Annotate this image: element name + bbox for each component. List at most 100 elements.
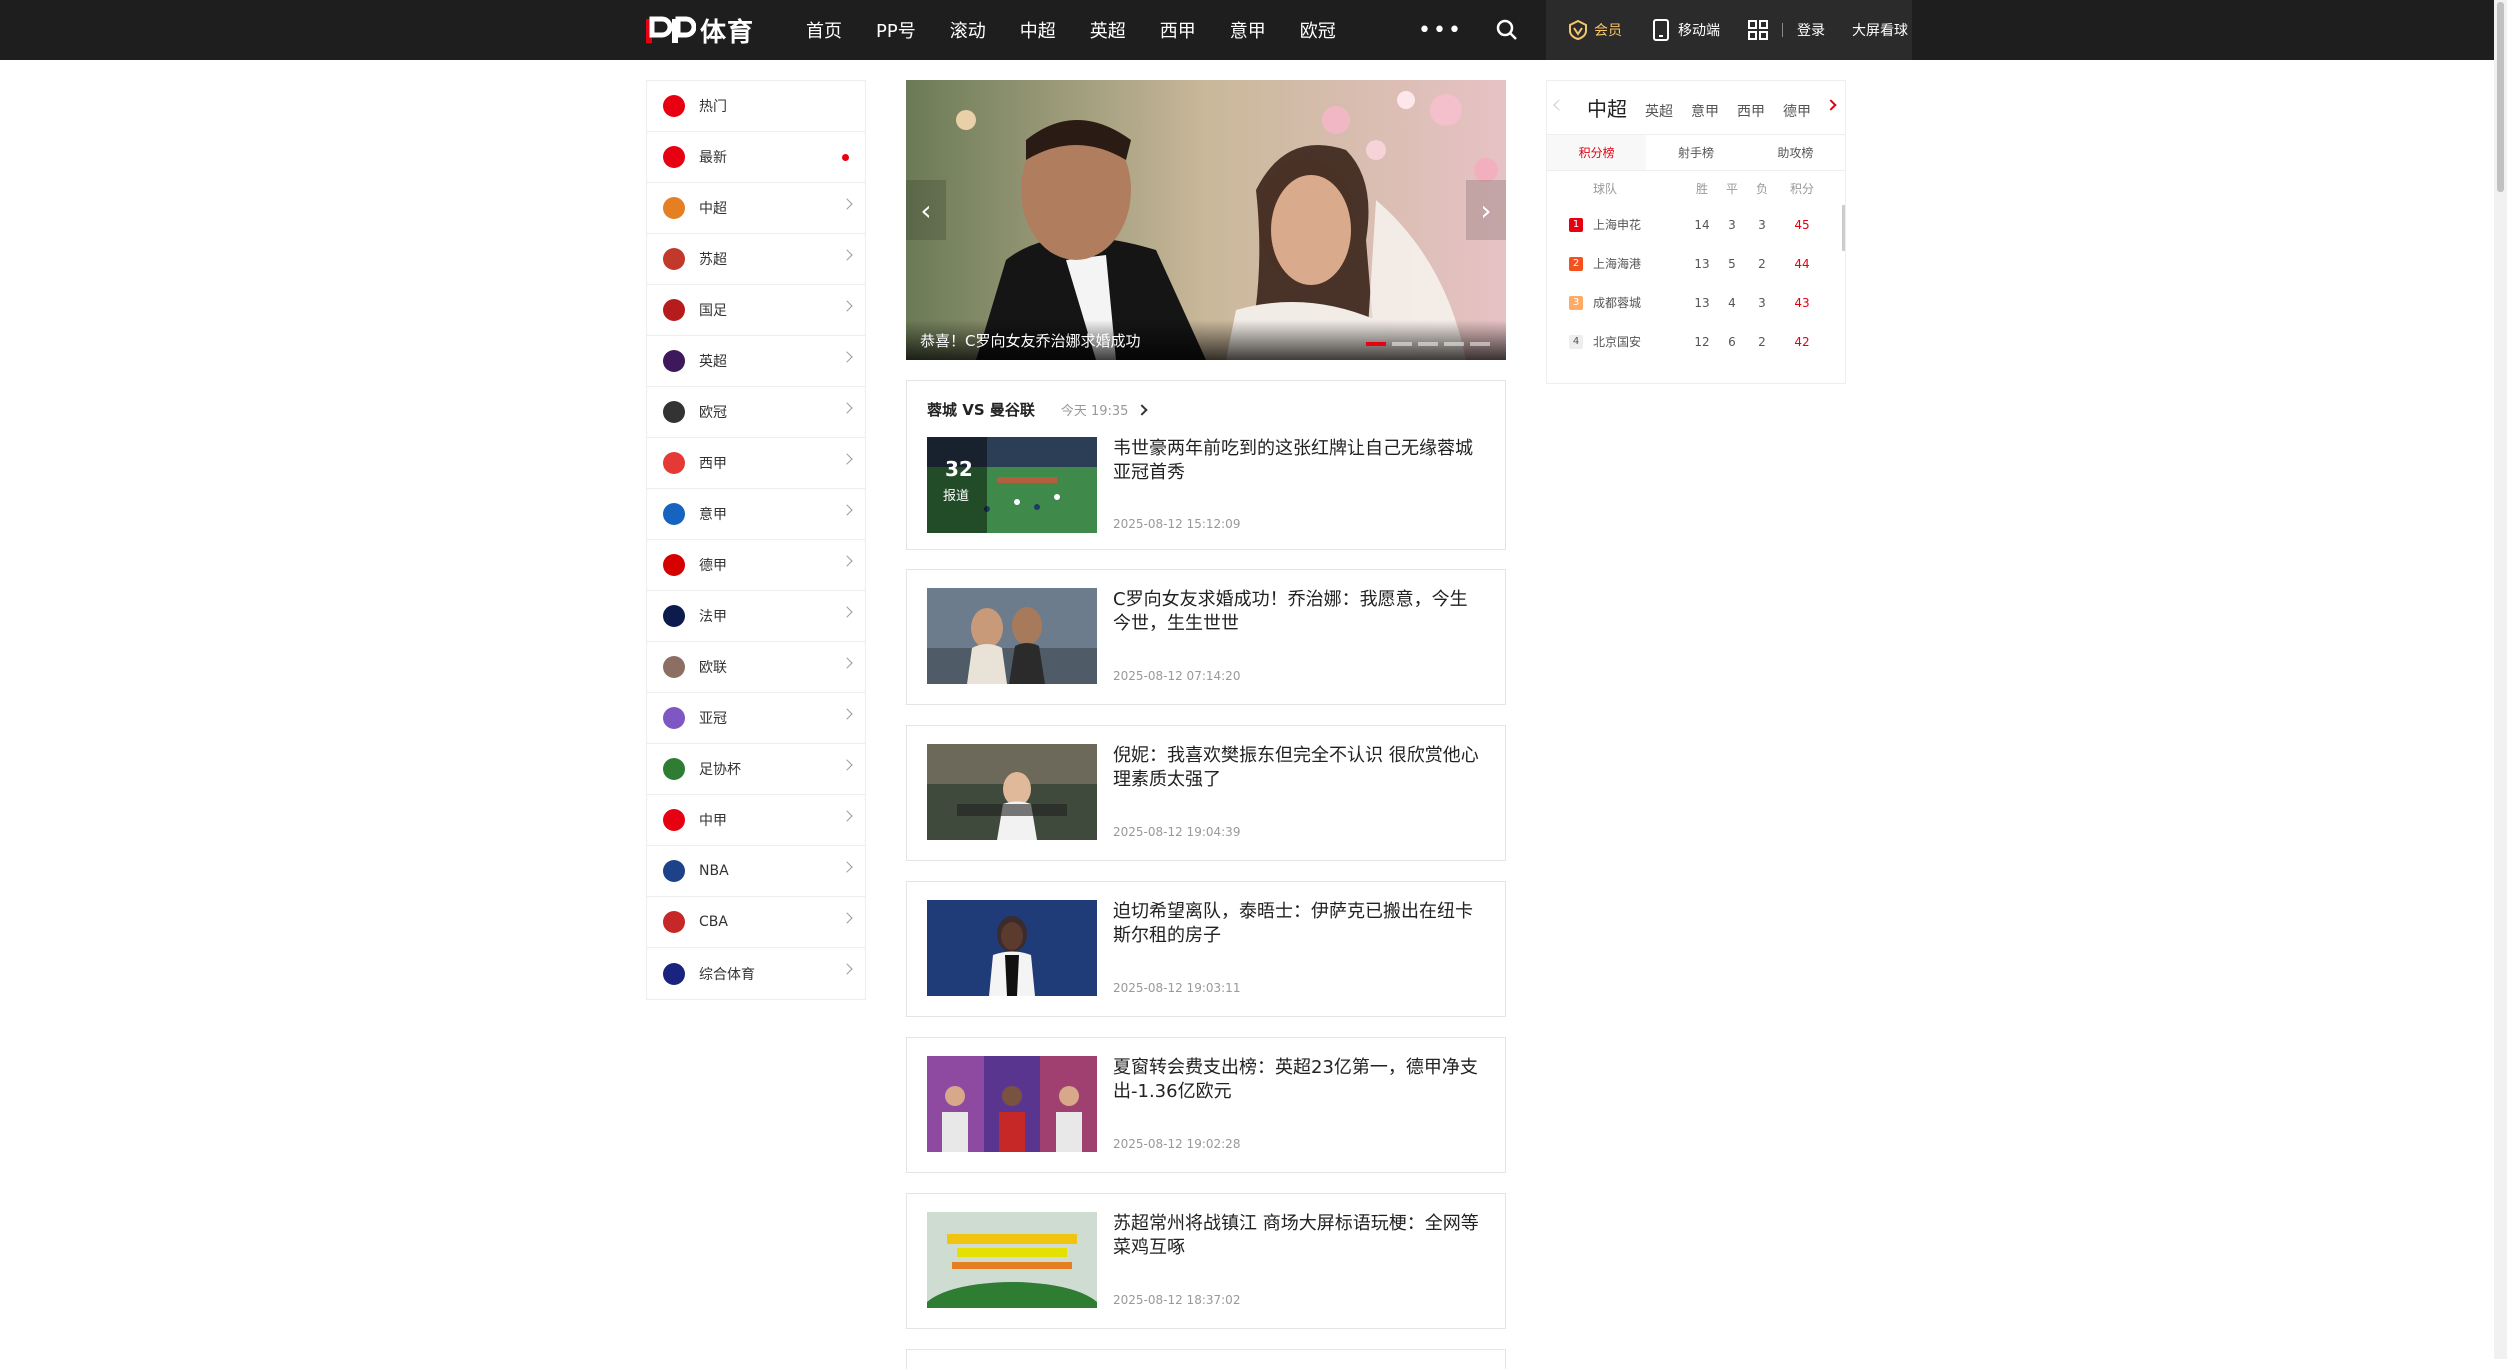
standings-row[interactable]: 2 上海海港 13 5 2 44	[1547, 244, 1845, 283]
apps-grid-icon[interactable]	[1748, 20, 1768, 40]
sidebar-item-label: 西甲	[699, 456, 727, 472]
news-card[interactable]: 夏窗转会费支出榜：英超23亿第一，德甲净支出-1.36亿欧元 2025-08-1…	[906, 1037, 1506, 1173]
sidebar-item[interactable]: 法甲	[647, 591, 865, 642]
mobile-button[interactable]: 移动端	[1652, 19, 1720, 41]
league-tab[interactable]: 英超	[1645, 101, 1673, 121]
hero-carousel[interactable]: ‹ › 恭喜！C罗向女友乔治娜求婚成功	[906, 80, 1506, 360]
sidebar-item[interactable]: 热门	[647, 81, 865, 132]
team-name: 成都蓉城	[1593, 296, 1642, 310]
league-tab[interactable]: 中超	[1587, 93, 1627, 122]
chevron-right-icon	[841, 351, 853, 363]
news-card[interactable]: C罗向女友求婚成功！乔治娜：我愿意，今生今世，生生世世 2025-08-12 0…	[906, 569, 1506, 705]
news-card[interactable]: 倪妮：我喜欢樊振东但完全不认识 很欣赏他心理素质太强了 2025-08-12 1…	[906, 725, 1506, 861]
league-tab[interactable]: 西甲	[1737, 101, 1765, 121]
news-thumbnail[interactable]	[927, 1056, 1097, 1152]
match-header[interactable]: 蓉城 VS 曼谷联 今天 19:35	[927, 399, 1149, 420]
match-news-title[interactable]: 韦世豪两年前吃到的这张红牌让自己无缘蓉城亚冠首秀	[1113, 437, 1483, 485]
flame-icon	[663, 95, 685, 117]
news-card[interactable]: 迫切希望离队，泰晤士：伊萨克已搬出在纽卡斯尔租的房子 2025-08-12 19…	[906, 881, 1506, 1017]
nav-more-button[interactable]: •••	[1418, 18, 1463, 43]
sidebar-item[interactable]: 综合体育	[647, 948, 865, 999]
news-thumbnail[interactable]	[927, 900, 1097, 996]
standings-subtab[interactable]: 积分榜	[1547, 135, 1647, 170]
carousel-dot[interactable]	[1366, 342, 1386, 346]
news-title[interactable]: 夏窗转会费支出榜：英超23亿第一，德甲净支出-1.36亿欧元	[1113, 1056, 1483, 1104]
sidebar-item[interactable]: 最新	[647, 132, 865, 183]
sidebar-item[interactable]: 意甲	[647, 489, 865, 540]
nav-champions-league[interactable]: 欧冠	[1300, 17, 1336, 43]
login-button[interactable]: 登录	[1797, 20, 1825, 40]
page-scrollbar[interactable]	[2494, 0, 2507, 1359]
banner-caption[interactable]: 恭喜！C罗向女友乔治娜求婚成功	[906, 320, 1506, 360]
chevron-right-icon	[841, 453, 853, 465]
sidebar-item[interactable]: 西甲	[647, 438, 865, 489]
carousel-next-button[interactable]: ›	[1466, 180, 1506, 240]
standings-subtab[interactable]: 助攻榜	[1746, 135, 1845, 170]
standings-subtab[interactable]: 射手榜	[1646, 135, 1745, 170]
sidebar-item[interactable]: 欧联	[647, 642, 865, 693]
carousel-prev-button[interactable]: ‹	[906, 180, 946, 240]
carousel-dot[interactable]	[1392, 342, 1412, 346]
rank-badge: 1	[1569, 217, 1583, 232]
carousel-dot[interactable]	[1444, 342, 1464, 346]
sidebar-item[interactable]: 苏超	[647, 234, 865, 285]
sidebar-item[interactable]: CBA	[647, 897, 865, 948]
chevron-right-icon	[841, 861, 853, 873]
sidebar-item[interactable]: 欧冠	[647, 387, 865, 438]
site-logo[interactable]: 体育	[644, 13, 754, 48]
cell-loss: 2	[1758, 334, 1766, 349]
sidebar-item[interactable]: 亚冠	[647, 693, 865, 744]
news-title[interactable]: 迫切希望离队，泰晤士：伊萨克已搬出在纽卡斯尔租的房子	[1113, 900, 1483, 948]
standings-row[interactable]: 3 成都蓉城 13 4 3 43	[1547, 283, 1845, 322]
nav-rolling[interactable]: 滚动	[950, 17, 986, 43]
nav-home[interactable]: 首页	[806, 17, 842, 43]
chevron-left-icon[interactable]	[1553, 99, 1565, 111]
sidebar-item[interactable]: 足协杯	[647, 744, 865, 795]
news-title[interactable]: C罗向女友求婚成功！乔治娜：我愿意，今生今世，生生世世	[1113, 588, 1483, 636]
news-thumbnail[interactable]	[927, 588, 1097, 684]
sidebar-item[interactable]: 国足	[647, 285, 865, 336]
nav-csl[interactable]: 中超	[1020, 17, 1056, 43]
main-nav: 首页 PP号 滚动 中超 英超 西甲 意甲 欧冠	[806, 0, 1370, 60]
sidebar-item-label: 综合体育	[699, 966, 755, 983]
top-nav-bar: 体育 首页 PP号 滚动 中超 英超 西甲 意甲 欧冠 ••• 会员 移动端 登…	[0, 0, 2494, 60]
nav-pp-account[interactable]: PP号	[876, 17, 916, 43]
page-scrollbar-thumb[interactable]	[2497, 2, 2504, 192]
carousel-dot[interactable]	[1470, 342, 1490, 346]
nav-serie-a[interactable]: 意甲	[1230, 17, 1266, 43]
carousel-dot[interactable]	[1418, 342, 1438, 346]
standings-row[interactable]: 1 上海申花 14 3 3 45	[1547, 205, 1845, 244]
sidebar-item[interactable]: 中超	[647, 183, 865, 234]
news-thumbnail[interactable]	[927, 744, 1097, 840]
news-title[interactable]: 苏超常州将战镇江 商场大屏标语玩梗：全网等菜鸡互啄	[1113, 1212, 1483, 1260]
league-tab[interactable]: 意甲	[1691, 101, 1719, 121]
big-screen-button[interactable]: 大屏看球	[1852, 20, 1908, 40]
search-icon[interactable]	[1494, 17, 1520, 43]
sidebar-item-label: CBA	[699, 914, 728, 930]
bundesliga-icon	[663, 554, 685, 576]
chevron-right-icon	[841, 759, 853, 771]
vip-button[interactable]: 会员	[1568, 20, 1622, 40]
chevron-right-icon	[841, 249, 853, 261]
cell-win: 12	[1694, 334, 1710, 349]
news-thumbnail[interactable]	[927, 1212, 1097, 1308]
standings-row[interactable]: 4 北京国安 12 6 2 42	[1547, 322, 1845, 361]
standings-scrollbar[interactable]	[1842, 205, 1845, 251]
sidebar-item[interactable]: 英超	[647, 336, 865, 387]
news-title[interactable]: 倪妮：我喜欢樊振东但完全不认识 很欣赏他心理素质太强了	[1113, 744, 1483, 792]
news-card[interactable]: 苏超常州将战镇江 商场大屏标语玩梗：全网等菜鸡互啄 2025-08-12 18:…	[906, 1193, 1506, 1329]
csl-icon	[663, 197, 685, 219]
nav-premier-league[interactable]: 英超	[1090, 17, 1126, 43]
suchao-icon	[663, 248, 685, 270]
league-tab[interactable]: 德甲	[1783, 101, 1811, 121]
match-thumbnail[interactable]: 32 报道	[927, 437, 1097, 533]
chevron-right-icon	[841, 606, 853, 618]
nav-laliga[interactable]: 西甲	[1160, 17, 1196, 43]
team-cell: 1 上海申花	[1547, 216, 1687, 233]
match-news-card[interactable]: 蓉城 VS 曼谷联 今天 19:35 32 报道 韦世豪两年前吃到的这张红牌让自…	[906, 380, 1506, 550]
col-loss: 负	[1755, 181, 1768, 196]
sidebar-item[interactable]: 德甲	[647, 540, 865, 591]
sidebar-item[interactable]: 中甲	[647, 795, 865, 846]
new-icon	[663, 146, 685, 168]
sidebar-item[interactable]: NBA	[647, 846, 865, 897]
